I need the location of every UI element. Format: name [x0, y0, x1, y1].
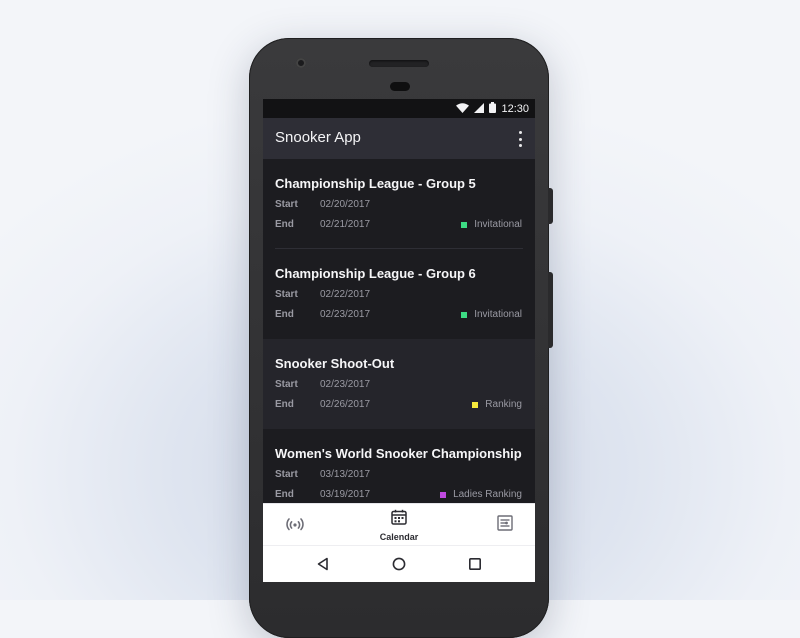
end-date: 02/21/2017	[320, 219, 371, 230]
power-button	[548, 272, 553, 348]
start-label: Start	[275, 289, 298, 300]
nav-calendar-label: Calendar	[379, 531, 419, 542]
category-color-square	[461, 311, 468, 318]
event-title: Women's World Snooker Championship	[275, 446, 522, 461]
end-label: End	[275, 399, 294, 410]
start-date: 02/22/2017	[320, 289, 371, 300]
start-date: 02/20/2017	[320, 199, 371, 210]
more-vert-icon[interactable]	[517, 131, 523, 147]
category-color-square	[461, 221, 468, 228]
system-navigation-bar	[263, 545, 535, 582]
rankings-icon	[497, 514, 513, 536]
recents-icon[interactable]	[467, 556, 483, 572]
wifi-icon	[456, 102, 470, 116]
event-card[interactable]: Championship League - Group 6 Start 02/2…	[263, 249, 535, 339]
start-label: Start	[275, 379, 298, 390]
proximity-sensor	[390, 82, 410, 91]
app-bar: Snooker App	[263, 118, 535, 159]
event-list[interactable]: Championship League - Group 5 Start 02/2…	[263, 159, 535, 502]
start-date: 03/13/2017	[320, 469, 371, 480]
end-label: End	[275, 219, 294, 230]
nav-calendar[interactable]: Calendar	[369, 504, 429, 546]
event-title: Snooker Shoot-Out	[275, 356, 395, 371]
start-label: Start	[275, 469, 298, 480]
category-label: Ladies Ranking	[453, 489, 522, 500]
live-signal-icon	[286, 515, 304, 536]
back-icon[interactable]	[315, 556, 331, 572]
end-date: 03/19/2017	[320, 489, 371, 500]
category-label: Ranking	[485, 399, 522, 410]
event-card-highlighted[interactable]: Snooker Shoot-Out Start 02/23/2017 End 0…	[263, 339, 535, 429]
start-label: Start	[275, 199, 298, 210]
event-card[interactable]: Women's World Snooker Championship Start…	[263, 429, 535, 502]
category-label: Invitational	[474, 219, 522, 230]
nav-rankings[interactable]	[485, 504, 525, 546]
home-icon[interactable]	[391, 556, 407, 572]
battery-icon	[489, 102, 497, 116]
calendar-icon	[391, 509, 407, 530]
end-label: End	[275, 309, 294, 320]
end-label: End	[275, 489, 294, 500]
category-tag: Invitational	[461, 309, 522, 320]
end-date: 02/23/2017	[320, 309, 371, 320]
phone-screen: 12:30 Snooker App Championship League - …	[263, 99, 535, 582]
app-title: Snooker App	[275, 129, 361, 146]
category-color-square	[440, 491, 447, 498]
event-card[interactable]: Championship League - Group 5 Start 02/2…	[263, 159, 535, 249]
category-tag: Ranking	[472, 399, 522, 410]
signal-icon	[474, 102, 485, 116]
category-tag: Ladies Ranking	[440, 489, 522, 500]
end-date: 02/26/2017	[320, 399, 371, 410]
volume-button	[548, 188, 553, 224]
start-date: 02/23/2017	[320, 379, 371, 390]
category-color-square	[472, 401, 479, 408]
category-label: Invitational	[474, 309, 522, 320]
event-title: Championship League - Group 6	[275, 266, 476, 281]
event-title: Championship League - Group 5	[275, 176, 476, 191]
status-time: 12:30	[501, 103, 529, 115]
bottom-navigation: Calendar	[263, 503, 535, 546]
front-camera	[296, 58, 306, 68]
category-tag: Invitational	[461, 219, 522, 230]
earpiece-speaker	[369, 60, 429, 67]
nav-live[interactable]	[275, 504, 315, 546]
status-bar: 12:30	[263, 99, 535, 118]
